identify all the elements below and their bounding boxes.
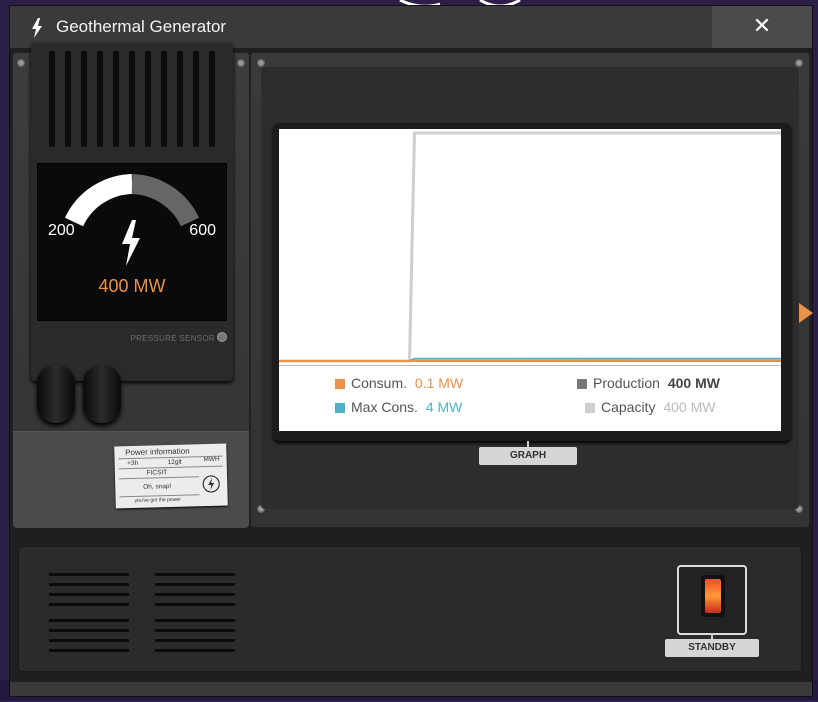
sticker-footer: you've got the power	[134, 496, 181, 504]
power-circle-icon	[202, 475, 220, 493]
legend-value: 4 MW	[425, 399, 463, 415]
legend-max-consumption: Max Cons. 4 MW	[335, 399, 462, 415]
sensor-led-icon	[217, 332, 227, 342]
legend-production: Production 400 MW	[577, 375, 720, 391]
power-meter-panel: 200 600 400 MW PRESSURE SENSOR Power inf…	[12, 43, 250, 528]
title-bar: Geothermal Generator ✕	[10, 6, 812, 48]
meter-housing: 200 600 400 MW PRESSURE SENSOR	[31, 43, 233, 381]
sticker-line: Oh, snap!	[143, 482, 172, 491]
legend-label: Production	[593, 375, 660, 391]
generator-window: Geothermal Generator ✕ 200 600 400 MW PR…	[10, 6, 813, 696]
power-bolt-icon	[122, 220, 140, 266]
close-button[interactable]: ✕	[712, 6, 812, 48]
legend-swatch	[585, 403, 595, 413]
screw-icon	[237, 59, 245, 67]
gauge-min-label: 200	[48, 222, 75, 239]
sticker-cell: +3h	[127, 459, 139, 468]
graph-screen: Consum. 0.1 MW Production 400 MW Max Con…	[279, 129, 781, 431]
legend-value: 400 MW	[667, 375, 720, 391]
legend-label: Max Cons.	[351, 399, 418, 415]
top-vent	[45, 51, 219, 149]
bottom-panel: STANDBY	[18, 546, 802, 672]
switch-light	[705, 579, 721, 613]
graph-panel: Consum. 0.1 MW Production 400 MW Max Con…	[250, 52, 813, 528]
screw-icon	[257, 59, 265, 67]
legend-value: 0.1 MW	[414, 375, 464, 391]
legend-swatch	[577, 379, 587, 389]
graph-tab[interactable]: GRAPH	[479, 447, 577, 465]
standby-button[interactable]: STANDBY	[665, 639, 759, 657]
standby-switch[interactable]	[677, 565, 747, 635]
left-knob	[37, 365, 75, 423]
gauge-value: 400 MW	[98, 276, 166, 296]
pressure-sensor-label: PRESSURE SENSOR	[130, 334, 215, 343]
legend-swatch	[335, 379, 345, 389]
power-bolt-icon	[32, 18, 42, 38]
vent-grill	[49, 573, 129, 653]
graph-monitor: Consum. 0.1 MW Production 400 MW Max Con…	[273, 123, 791, 441]
screw-icon	[795, 59, 803, 67]
right-knob	[83, 365, 121, 423]
legend-swatch	[335, 403, 345, 413]
legend-label: Consum.	[351, 375, 408, 391]
switch-body	[701, 575, 725, 617]
sticker-cell: 12glt	[167, 458, 182, 467]
legend-value: 400 MW	[663, 399, 716, 415]
vent-grill	[155, 573, 235, 653]
screw-icon	[17, 59, 25, 67]
legend-label: Capacity	[601, 399, 656, 415]
arrow-right-icon[interactable]	[799, 303, 813, 323]
legend-consumption: Consum. 0.1 MW	[335, 375, 463, 391]
graph-inner-plate: Consum. 0.1 MW Production 400 MW Max Con…	[261, 67, 799, 509]
legend-capacity: Capacity 400 MW	[585, 399, 715, 415]
power-info-sticker: Power information +3h 12glt MWH FICSIT O…	[114, 443, 228, 509]
power-chart	[279, 131, 781, 363]
window-title: Geothermal Generator	[56, 17, 227, 36]
gauge-max-label: 600	[189, 222, 216, 239]
power-gauge: 200 600 400 MW	[37, 163, 227, 321]
series-line-capacity	[279, 131, 781, 363]
footer-strip	[10, 682, 812, 696]
